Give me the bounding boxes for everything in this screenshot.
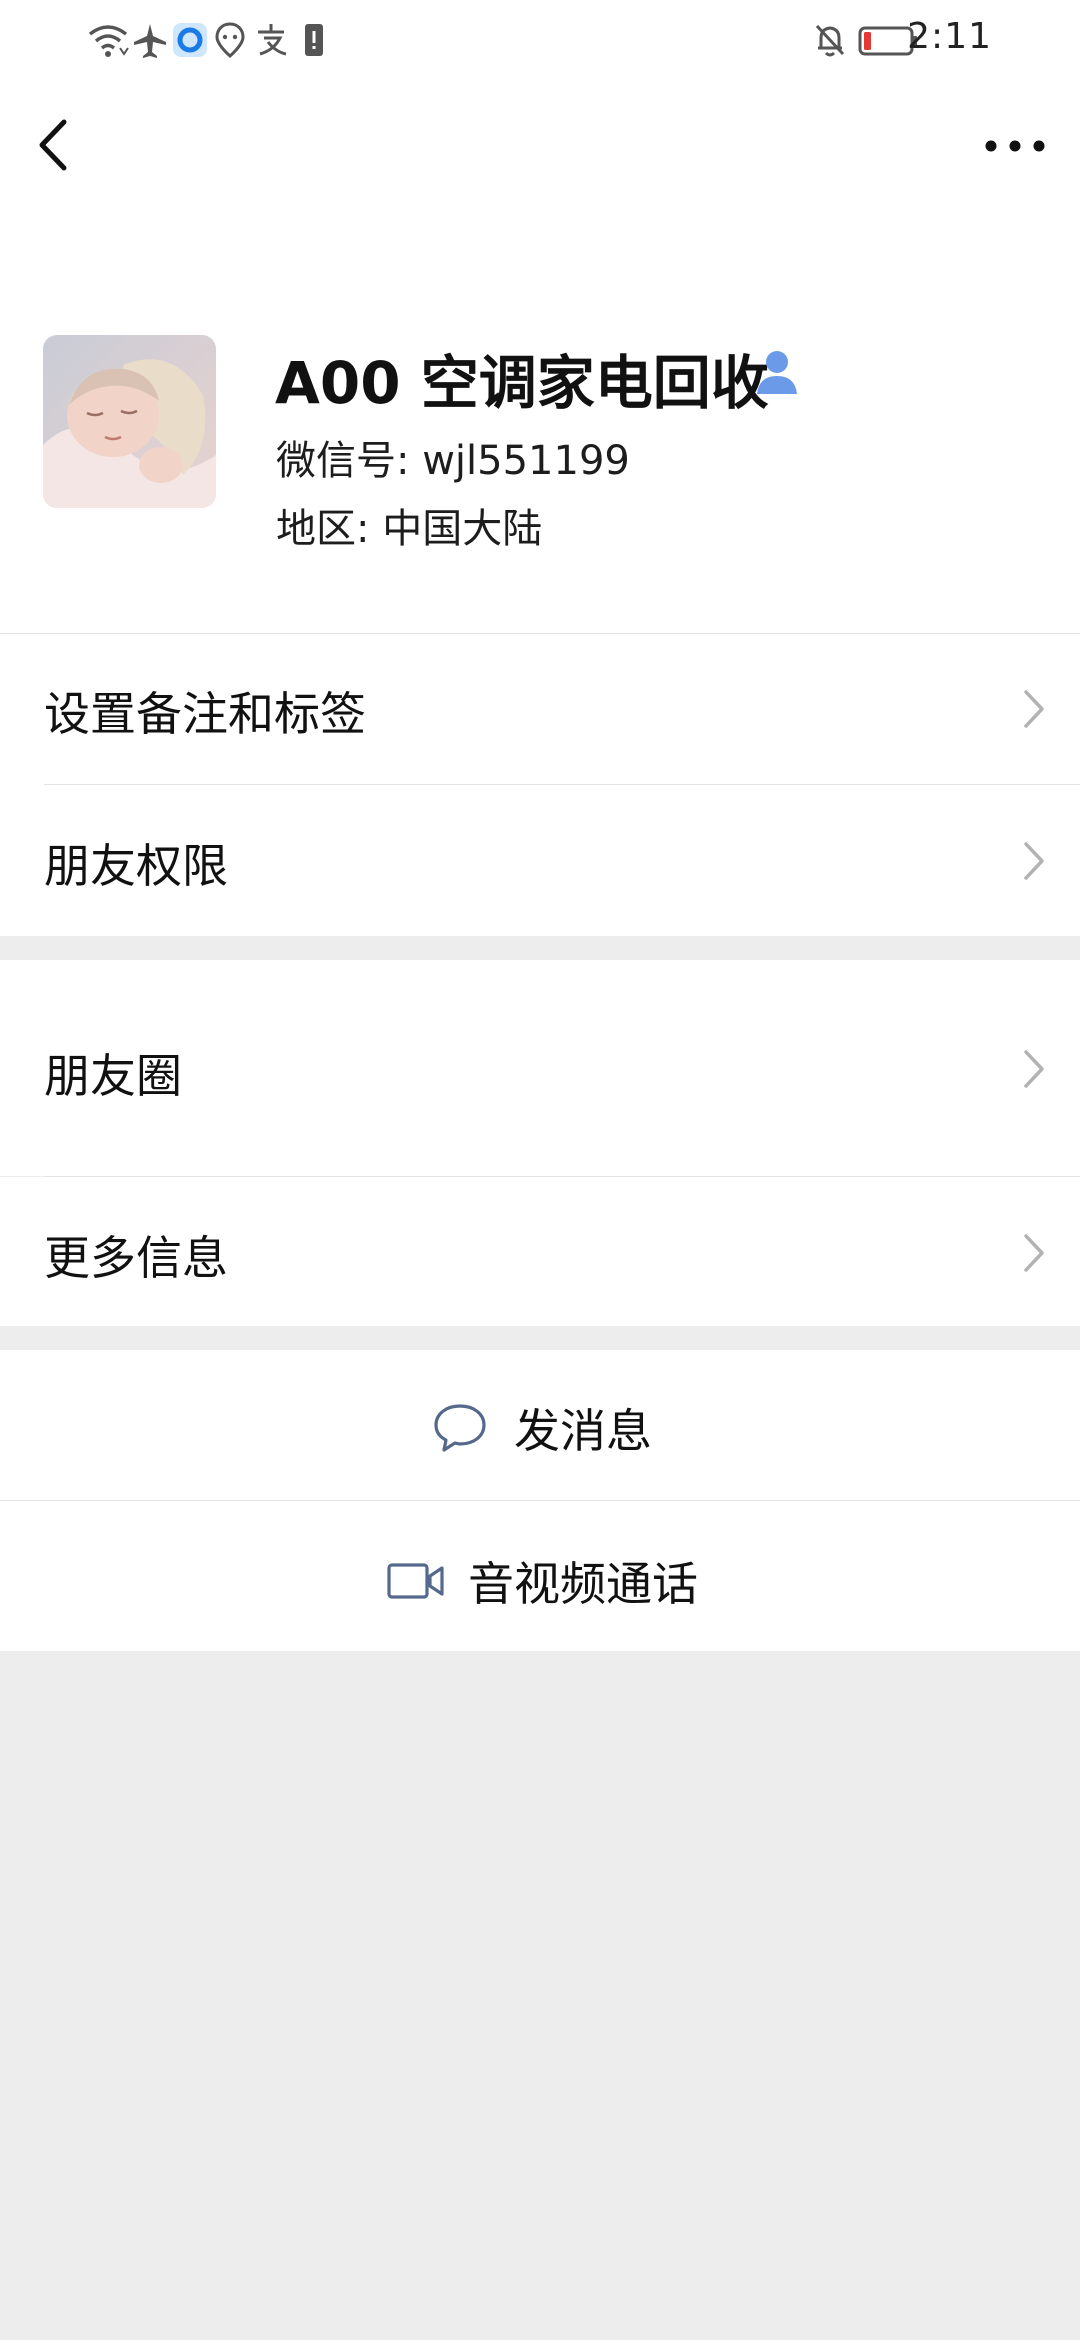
more-options-icon[interactable] <box>980 118 1050 174</box>
wifi-icon <box>88 25 129 57</box>
status-bar: 2:11 <box>0 0 1080 80</box>
airplane-mode-icon <box>134 24 166 58</box>
chevron-right-icon <box>1024 1234 1044 1272</box>
video-camera-icon <box>387 1563 444 1599</box>
menu-item-remark-tags[interactable]: 设置备注和标签 <box>0 634 1080 784</box>
menu-item-label: 设置备注和标签 <box>44 687 366 741</box>
location-app-icon <box>215 22 245 58</box>
section-gap <box>0 936 1080 960</box>
status-time: 2:11 <box>907 16 992 57</box>
avatar[interactable] <box>43 335 216 508</box>
menu-item-label: 朋友权限 <box>44 839 228 893</box>
video-call-button[interactable]: 音视频通话 <box>0 1501 1080 1651</box>
menu-item-friend-permissions[interactable]: 朋友权限 <box>0 785 1080 935</box>
section-gap <box>0 1326 1080 1350</box>
wechat-id-label: 微信号: <box>276 438 423 484</box>
menu-item-label: 更多信息 <box>44 1231 228 1285</box>
back-arrow-icon[interactable] <box>30 110 80 180</box>
chevron-right-icon <box>1024 690 1044 728</box>
wechat-id-line: 微信号: wjl551199 <box>276 428 630 486</box>
menu-item-more-info[interactable]: 更多信息 <box>0 1177 1080 1326</box>
send-message-label: 发消息 <box>514 1404 652 1458</box>
region-value: 中国大陆 <box>382 506 543 552</box>
chevron-right-icon <box>1024 1050 1044 1088</box>
browser-app-icon <box>173 23 207 57</box>
profile-name: A00 空调家电回收 <box>275 349 769 417</box>
sim-icon <box>305 24 323 56</box>
region-line: 地区: 中国大陆 <box>276 496 542 554</box>
chat-bubble-icon <box>434 1404 486 1452</box>
video-call-label: 音视频通话 <box>468 1557 698 1611</box>
chevron-right-icon <box>1024 842 1044 880</box>
region-label: 地区: <box>276 506 383 552</box>
menu-item-label: 朋友圈 <box>44 1049 182 1103</box>
menu-item-moments[interactable]: 朋友圈 <box>0 960 1080 1176</box>
contact-person-icon <box>757 351 797 394</box>
alipay-icon <box>258 24 287 56</box>
bell-off-icon <box>815 24 845 57</box>
wechat-id-value: wjl551199 <box>422 438 630 484</box>
send-message-button[interactable]: 发消息 <box>0 1350 1080 1500</box>
